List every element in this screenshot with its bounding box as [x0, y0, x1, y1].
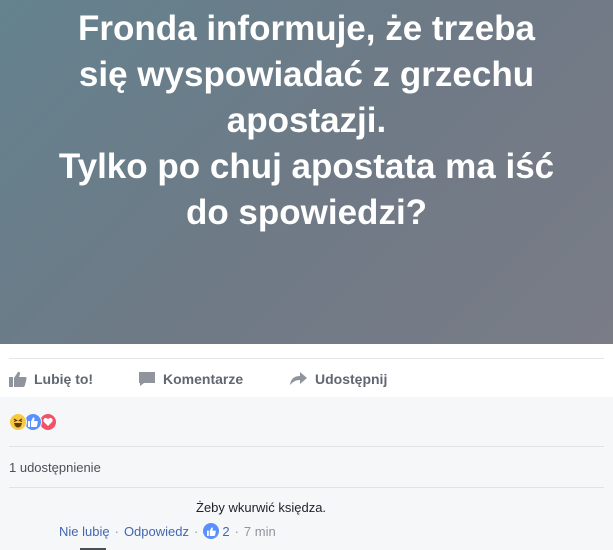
reactions-summary[interactable]	[9, 413, 57, 431]
separator-dot: ·	[193, 523, 199, 539]
separator-dot: ·	[114, 523, 119, 539]
comment-body: Żeby wkurwić księdza.	[196, 500, 327, 515]
haha-icon	[9, 413, 27, 431]
action-bar: Lubię to! Komentarze Udostępnij	[0, 362, 613, 396]
share-button[interactable]: Udostępnij	[289, 371, 387, 387]
comment-like-count[interactable]: 2	[222, 524, 229, 539]
reply-link[interactable]: Odpowiedz	[124, 524, 189, 539]
divider	[9, 487, 604, 488]
divider	[9, 358, 604, 359]
comment-timestamp[interactable]: 7 min	[244, 524, 276, 539]
thumbs-up-icon	[9, 371, 27, 387]
comment-button[interactable]: Komentarze	[138, 371, 243, 387]
share-label: Udostępnij	[315, 371, 388, 387]
like-button[interactable]: Lubię to!	[9, 371, 93, 387]
post-image[interactable]: Fronda informuje, że trzeba się wyspowia…	[0, 0, 613, 344]
like-label: Lubię to!	[34, 371, 94, 387]
shares-count-link[interactable]: 1 udostępnienie	[9, 460, 101, 475]
comment-label: Komentarze	[163, 371, 244, 387]
comment-icon	[139, 372, 155, 386]
separator-dot: ·	[234, 523, 239, 539]
share-arrow-icon	[290, 372, 307, 385]
divider	[9, 446, 604, 447]
post-image-text: Fronda informuje, że trzeba się wyspowia…	[58, 9, 555, 232]
comment-actions: Nie lubię · Odpowiedz · 2 · 7 min	[59, 523, 276, 539]
unlike-link[interactable]: Nie lubię	[59, 524, 110, 539]
comment-like-icon[interactable]	[203, 523, 220, 539]
